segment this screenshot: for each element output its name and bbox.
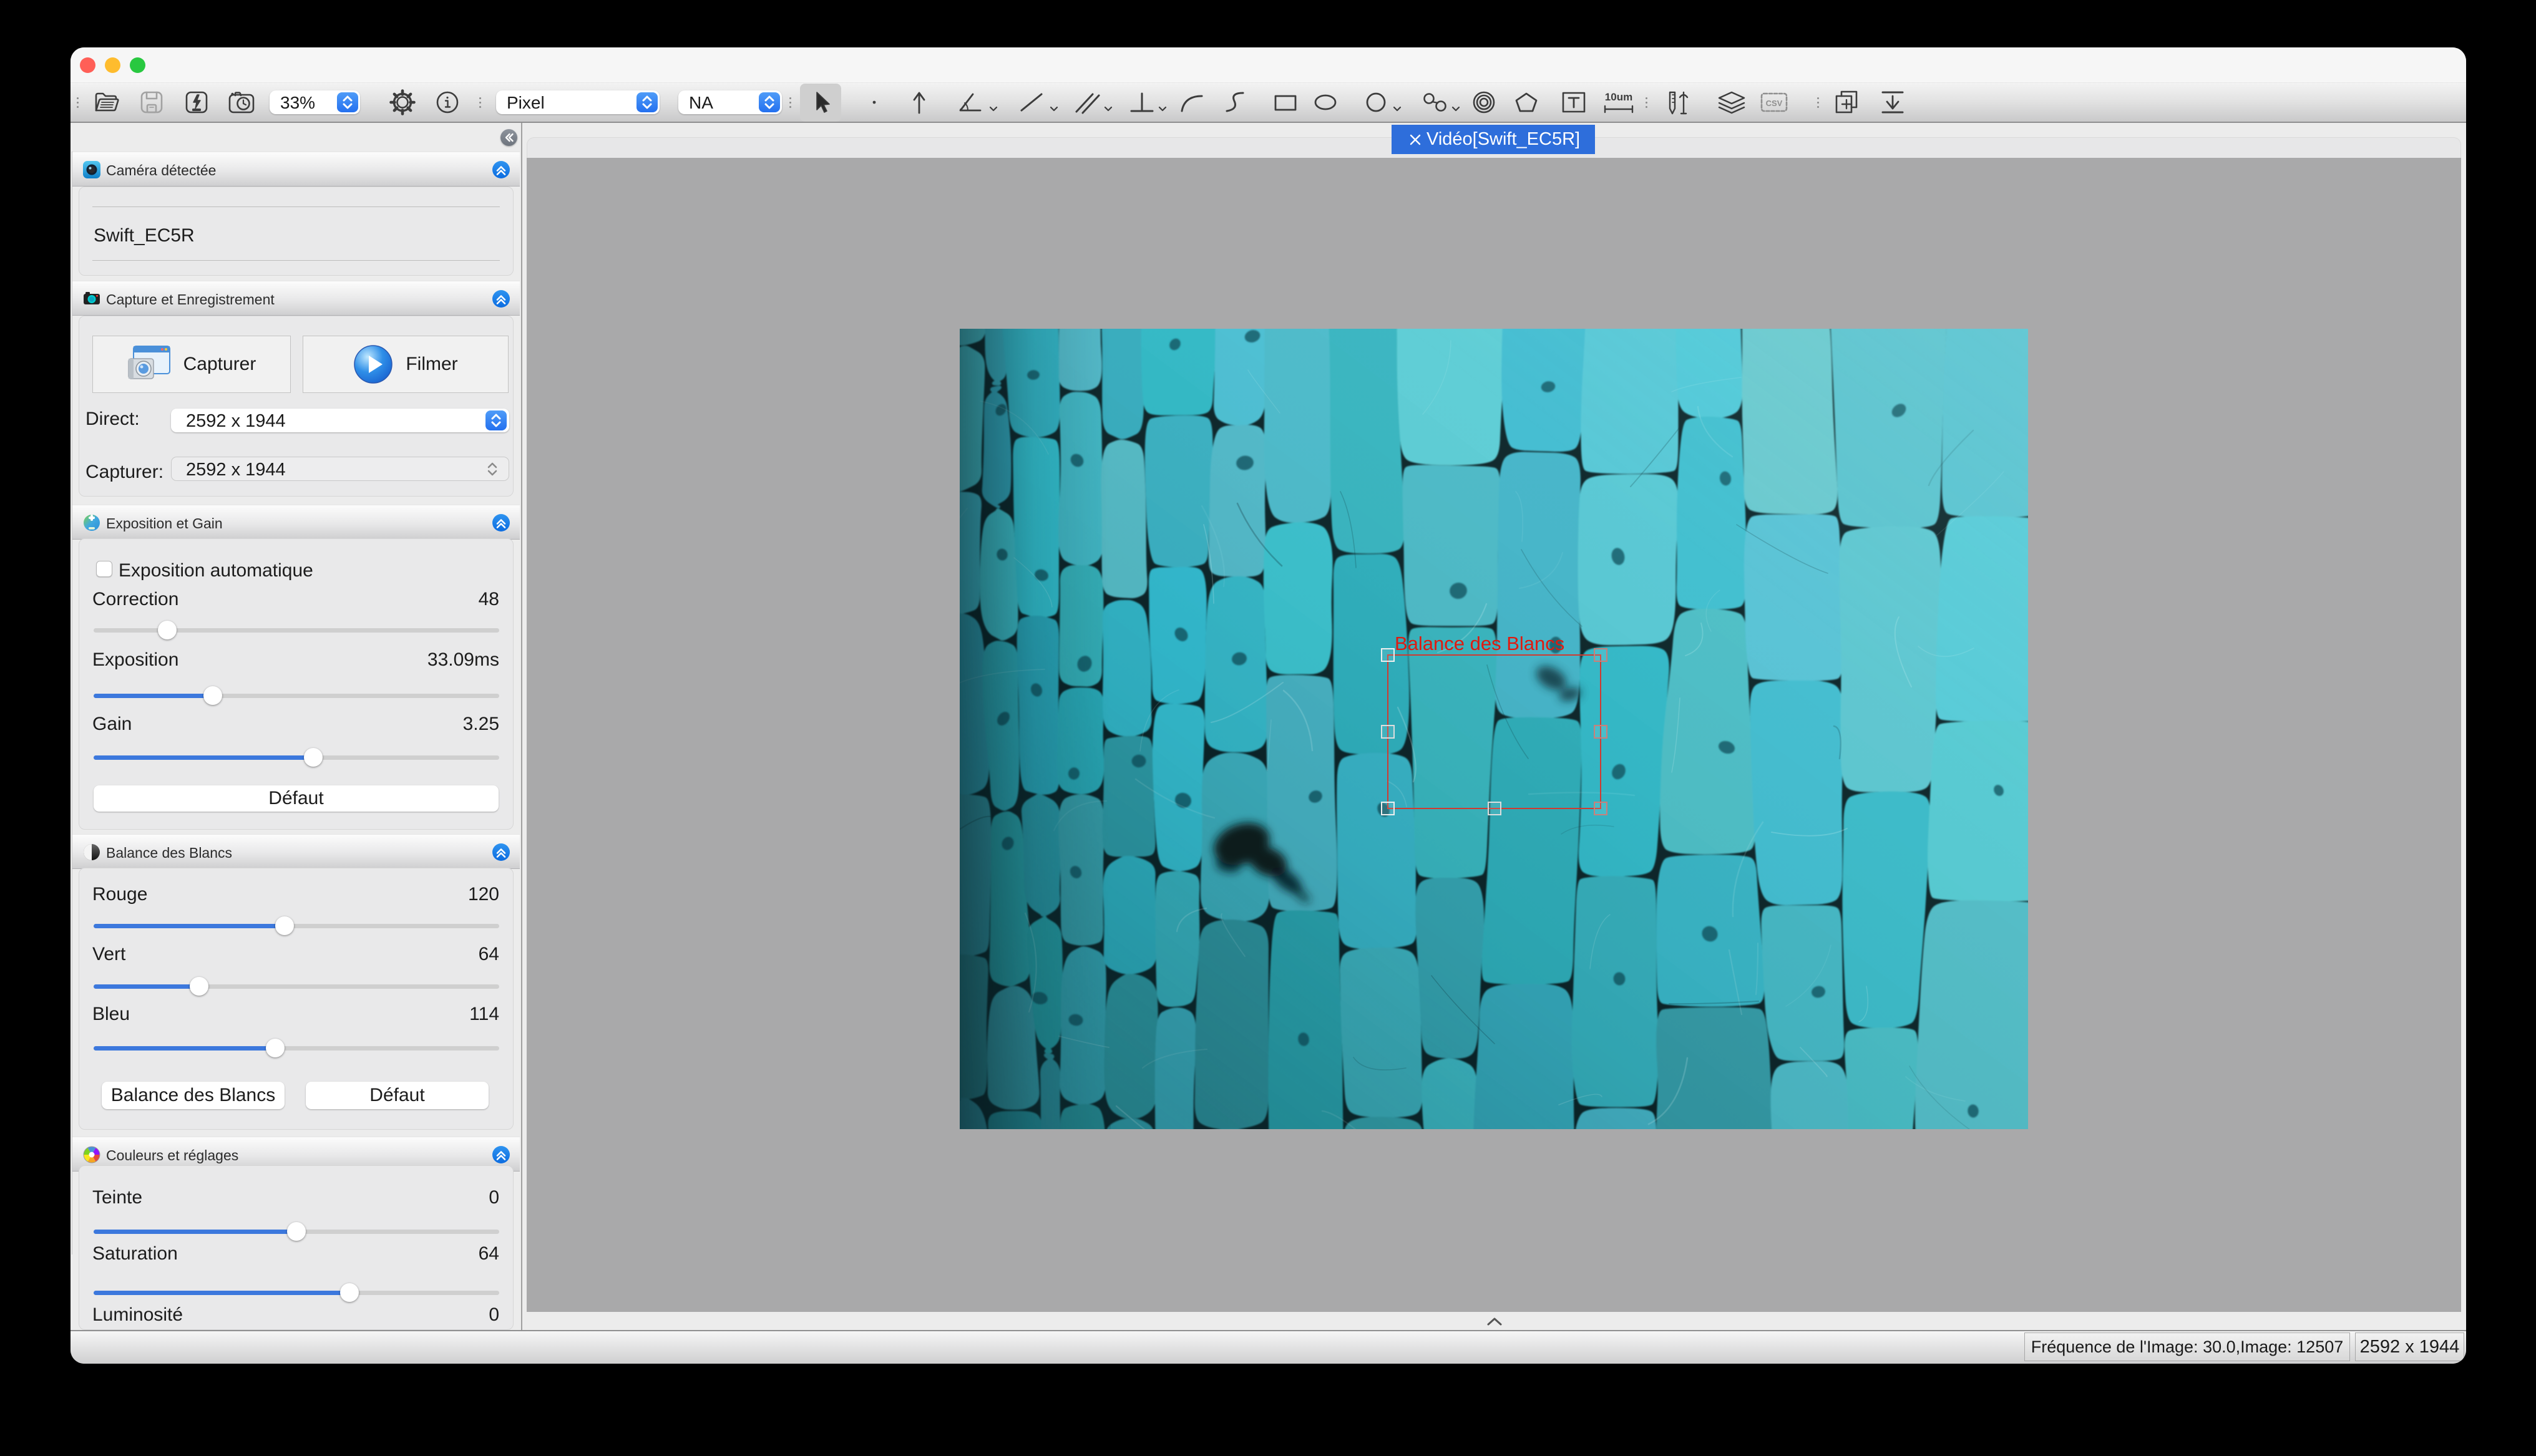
svg-text:10um: 10um xyxy=(1605,91,1632,103)
svg-text:CSV: CSV xyxy=(1766,99,1783,108)
svg-text:Balance des Blancs: Balance des Blancs xyxy=(1395,633,1564,654)
